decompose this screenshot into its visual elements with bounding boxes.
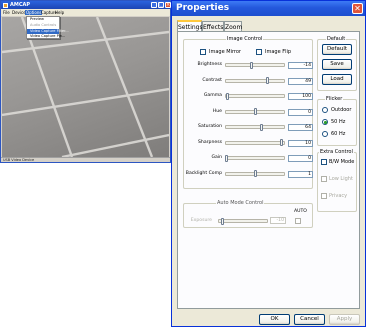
properties-dialog: Properties ✕ Settings Effects Zoom Image… [171,0,366,327]
status-bar: USB Video Device [1,157,170,162]
image-mirror-checkbox[interactable] [200,49,206,55]
low-light-label: Low Light [329,176,353,182]
contrast-value[interactable]: 49 [288,77,313,85]
b-w-mode-label: B/W Mode [329,159,355,165]
gain-slider-thumb[interactable] [225,154,228,162]
flicker-50-hz-label: 50 Hz [331,119,346,125]
cancel-button[interactable]: Cancel [294,314,325,325]
brightness-slider[interactable] [225,63,285,67]
gamma-slider-thumb[interactable] [226,92,230,100]
options-menu: Preview Audio Controls Video Capture Fil… [26,16,69,39]
sharpness-value[interactable]: 10 [288,139,313,147]
capture-menubar: File Devices Options Capture Help [1,9,170,16]
auto-mode-group [183,203,313,228]
load-button[interactable]: Load [322,74,352,85]
saturation-value[interactable]: 64 [288,124,313,131]
exposure-value[interactable]: -10 [270,217,286,224]
image-flip-label: Image Flip [265,49,292,55]
privacy-checkbox[interactable] [321,193,327,199]
hue-value[interactable]: 0 [288,108,313,116]
settings-panel: Image Control Image Mirror Image Flip Br… [177,31,360,309]
exposure-slider-thumb[interactable] [221,217,224,225]
flicker-group-label: Flicker [325,96,344,102]
backlight-comp-slider-thumb[interactable] [253,170,257,177]
auto-exposure-checkbox[interactable] [295,218,301,224]
capture-window-title: AMCAP [10,2,31,8]
ok-button[interactable]: OK [259,314,290,325]
brightness-label: Brightness [197,62,222,67]
gain-slider[interactable] [225,156,285,160]
menu-options[interactable]: Options [25,10,43,15]
flicker-outdoor-label: Outdoor [331,107,352,113]
flicker-50-hz-radio[interactable] [322,119,328,125]
brightness-value[interactable]: -14 [288,62,313,69]
image-mirror-label: Image Mirror [209,49,241,55]
menu-item-audio-controls[interactable]: Audio Controls [27,23,59,28]
exposure-slider[interactable] [218,219,268,223]
maximize-icon[interactable]: □ [158,2,164,8]
menu-item-video-capture-pin[interactable]: Video Capture Pin... [27,34,65,39]
gamma-slider[interactable] [225,94,285,98]
brightness-slider-thumb[interactable] [249,61,253,69]
sharpness-slider-thumb[interactable] [280,139,284,146]
contrast-label: Contrast [202,77,222,83]
menu-file[interactable]: File [3,10,10,15]
capture-window-titlebar[interactable]: AMCAP _ □ × [1,1,171,9]
flicker-outdoor-radio[interactable] [322,107,328,113]
minimize-icon[interactable]: _ [151,2,157,8]
exposure-label: Exposure [190,218,212,223]
flicker-60-hz-radio[interactable] [322,131,328,137]
contrast-slider-thumb[interactable] [266,77,270,84]
dialog-titlebar[interactable]: Properties ✕ [172,1,365,16]
apply-button[interactable]: Apply [329,314,360,325]
flicker-60-hz-label: 60 Hz [331,131,346,137]
b-w-mode-checkbox[interactable] [321,159,327,165]
menu-item-preview[interactable]: Preview [27,17,59,22]
capture-window: AMCAP _ □ × File Devices Options Capture… [0,0,171,163]
auto-mode-label: Auto Mode Control [216,200,265,206]
gain-value[interactable]: 0 [288,155,313,162]
gain-label: Gain [211,155,222,160]
image-control-label: Image Control [226,36,264,42]
hue-slider-thumb[interactable] [253,108,257,115]
sharpness-label: Sharpness [198,139,222,145]
hue-label: Hue [212,108,222,114]
auto-label: AUTO [294,209,307,214]
image-flip-checkbox[interactable] [256,49,262,55]
app-icon [3,2,8,8]
low-light-checkbox[interactable] [321,176,327,182]
backlight-comp-label: Backlight Comp [185,170,222,176]
menu-help[interactable]: Help [55,10,64,15]
extra-control-label: Extra Control [319,149,354,155]
saturation-slider-thumb[interactable] [260,123,264,131]
save-button[interactable]: Save [322,59,352,70]
backlight-comp-value[interactable]: 1 [288,170,313,178]
default-group-label: Default [326,36,347,42]
contrast-slider[interactable] [225,78,285,83]
default-button[interactable]: Default [322,44,352,55]
gamma-value[interactable]: 100 [288,93,313,100]
sharpness-slider[interactable] [225,140,285,145]
saturation-slider[interactable] [225,125,285,129]
close-icon[interactable]: ✕ [352,3,363,14]
saturation-label: Saturation [198,124,222,129]
dialog-title: Properties [176,3,230,13]
privacy-label: Privacy [329,193,348,199]
gamma-label: Gamma [203,93,222,98]
